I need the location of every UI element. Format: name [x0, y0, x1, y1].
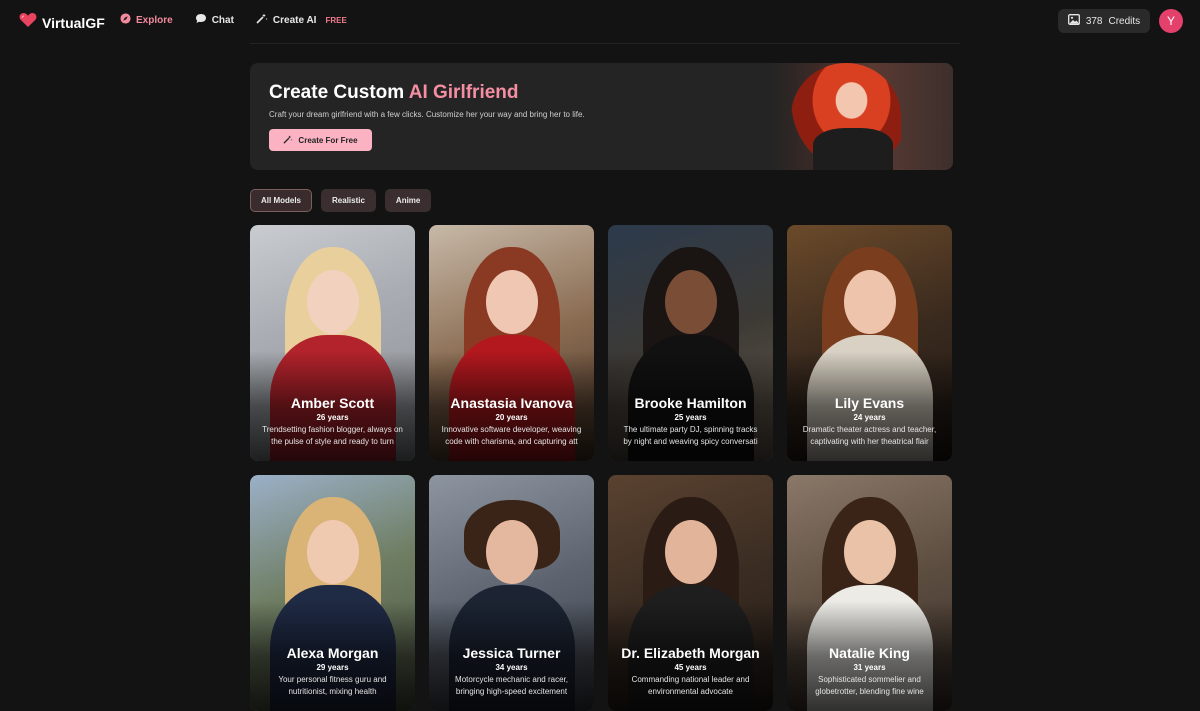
- image-icon: [1067, 14, 1080, 28]
- model-card[interactable]: Alexa Morgan 29 years Your personal fitnes…: [250, 475, 415, 711]
- model-name: Jessica Turner: [462, 645, 561, 661]
- banner-title-accent: AI Girlfriend: [408, 82, 519, 103]
- model-card[interactable]: Amber Scott 26 years Trendsetting fashion …: [250, 225, 415, 461]
- model-name: Amber Scott: [290, 395, 375, 411]
- credits-count: 378: [1085, 15, 1103, 27]
- magic-wand-icon: [256, 13, 268, 27]
- model-card[interactable]: Natalie King 31 years Sophisticated sommel…: [787, 475, 952, 711]
- model-description: Commanding national leader and environme…: [631, 675, 750, 696]
- nav-create-ai-label: Create AI: [272, 14, 317, 26]
- model-age: 25 years: [674, 413, 707, 422]
- model-description: Sophisticated sommelier and globetrotter…: [815, 675, 924, 696]
- magic-wand-icon: [283, 134, 294, 146]
- filter-realistic[interactable]: Realistic: [321, 189, 376, 212]
- nav-explore[interactable]: Explore: [120, 13, 173, 27]
- chat-bubble-icon: [195, 13, 207, 27]
- model-name: Lily Evans: [834, 395, 905, 411]
- model-card[interactable]: Jessica Turner 34 years Motorcycle mechani…: [429, 475, 594, 711]
- model-age: 45 years: [674, 663, 707, 672]
- model-description: Trendsetting fashion blogger, always on …: [262, 425, 403, 446]
- model-age: 26 years: [316, 413, 349, 422]
- model-name: Anastasia Ivanova: [450, 395, 573, 411]
- nav-explore-label: Explore: [136, 14, 173, 26]
- model-age: 29 years: [316, 663, 349, 672]
- model-card[interactable]: Anastasia Ivanova 20 years Innovative soft…: [429, 225, 594, 461]
- model-description: Innovative software developer, weaving c…: [441, 425, 582, 446]
- credits-button[interactable]: 378 Credits: [1058, 9, 1150, 33]
- create-for-free-label: Create For Free: [298, 135, 358, 145]
- model-card[interactable]: Dr. Elizabeth Morgan 45 years Commanding n…: [608, 475, 773, 711]
- model-age: 34 years: [495, 663, 528, 672]
- model-card[interactable]: Brooke Hamilton 25 years The ultimate part…: [608, 225, 773, 461]
- nav-create-ai[interactable]: Create AI FREE: [256, 13, 347, 27]
- top-navigation-bar: VirtualGF Explore Chat Create AI FREE 37…: [0, 0, 1200, 43]
- banner-image: [771, 63, 953, 170]
- banner-description: Craft your dream girlfriend with a few c…: [269, 110, 585, 119]
- model-description: Dramatic theater actress and teacher, ca…: [802, 425, 937, 446]
- model-name: Natalie King: [829, 645, 910, 661]
- model-age: 31 years: [853, 663, 886, 672]
- brand-logo[interactable]: VirtualGF: [19, 12, 105, 33]
- create-custom-banner: Create Custom AI Girlfriend Craft your d…: [250, 63, 953, 170]
- model-description: Your personal fitness guru and nutrition…: [278, 675, 387, 696]
- credits-label: Credits: [1108, 15, 1141, 27]
- model-age: 24 years: [853, 413, 886, 422]
- model-description: The ultimate party DJ, spinning tracks b…: [623, 425, 758, 446]
- banner-title-plain: Create Custom: [269, 82, 409, 103]
- compass-icon: [120, 13, 131, 27]
- create-for-free-button[interactable]: Create For Free: [269, 129, 372, 151]
- model-description: Motorcycle mechanic and racer, bringing …: [455, 675, 568, 696]
- heart-icon: [19, 12, 37, 33]
- model-age: 20 years: [495, 413, 528, 422]
- brand-name: VirtualGF: [42, 14, 105, 31]
- model-name: Dr. Elizabeth Morgan: [621, 645, 760, 661]
- model-name: Alexa Morgan: [286, 645, 379, 661]
- banner-title: Create Custom AI Girlfriend: [269, 82, 519, 104]
- model-name: Brooke Hamilton: [634, 395, 747, 411]
- filter-anime[interactable]: Anime: [384, 189, 432, 212]
- nav-chat-label: Chat: [211, 14, 234, 26]
- free-badge: FREE: [325, 15, 347, 25]
- model-filters: All Models Realistic Anime: [250, 189, 432, 212]
- main-nav: Explore Chat Create AI FREE: [120, 13, 347, 27]
- header-divider: [250, 43, 960, 44]
- user-avatar[interactable]: Y: [1159, 9, 1183, 33]
- model-card[interactable]: Lily Evans 24 years Dramatic theater actre…: [787, 225, 952, 461]
- nav-chat[interactable]: Chat: [195, 13, 234, 27]
- filter-all-models[interactable]: All Models: [250, 189, 313, 212]
